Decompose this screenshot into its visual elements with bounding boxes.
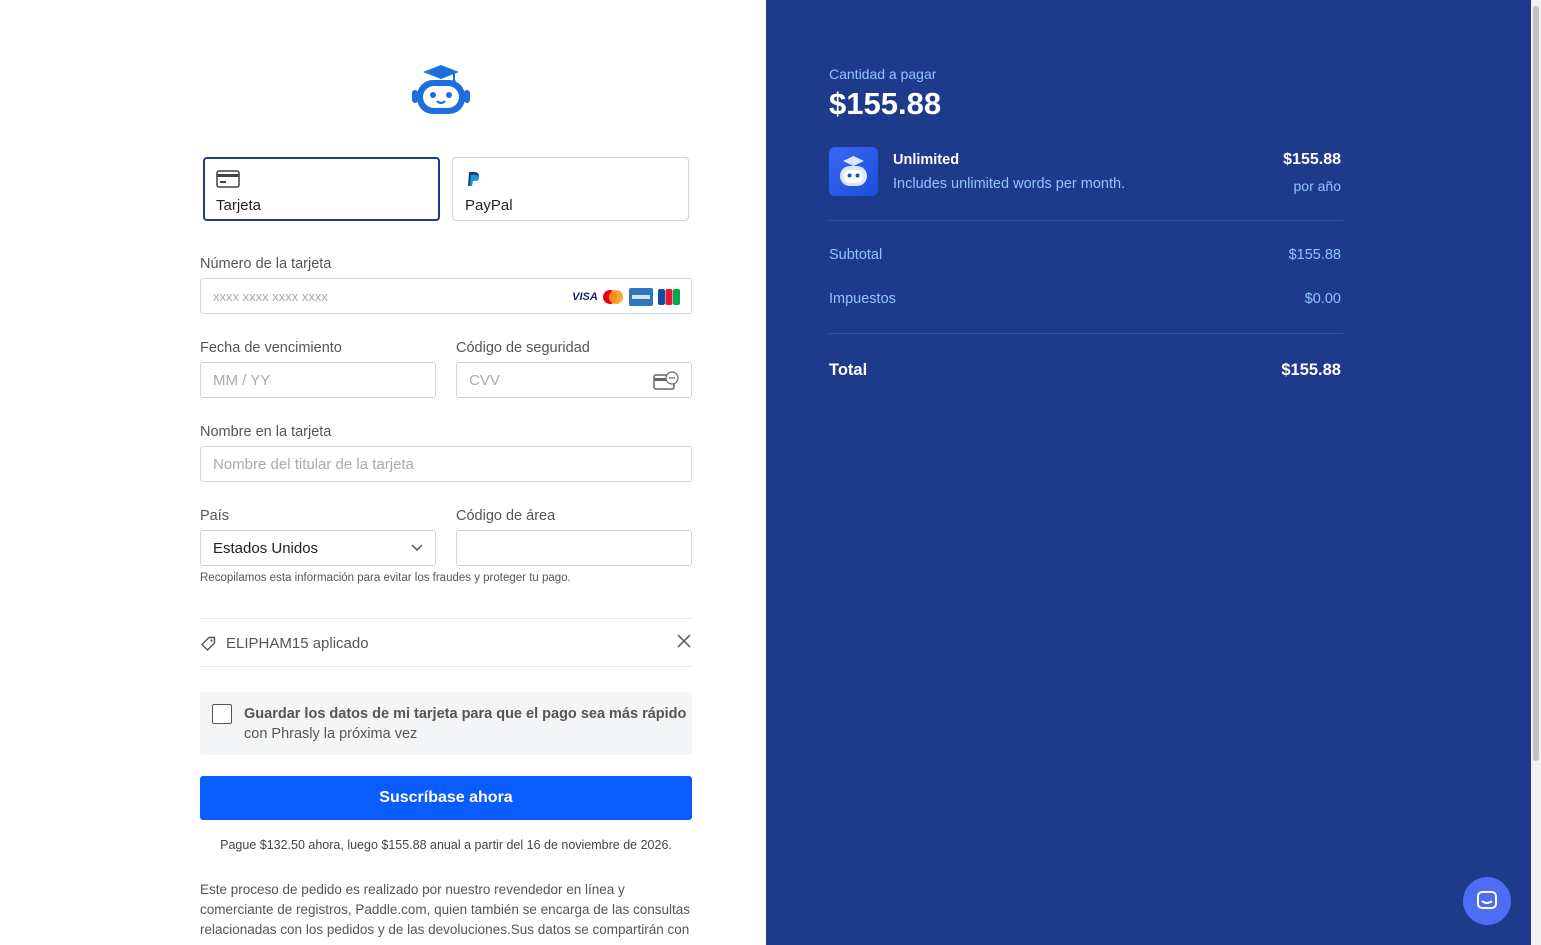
summary-divider: [829, 333, 1343, 334]
paypal-icon: [468, 172, 479, 186]
cardholder-label: Nombre en la tarjeta: [200, 424, 332, 440]
credit-card-icon: [216, 170, 240, 188]
amount-due: $155.88: [829, 86, 942, 121]
robot-logo-icon: [840, 156, 867, 186]
subscribe-button[interactable]: Suscríbase ahora: [200, 776, 692, 820]
amex-icon: [629, 288, 653, 306]
expiry-label: Fecha de vencimiento: [200, 340, 342, 356]
tag-icon: [201, 636, 216, 651]
security-code-label: Código de seguridad: [456, 340, 590, 356]
summary-divider: [829, 220, 1343, 221]
payment-method-card[interactable]: Tarjeta: [203, 157, 440, 221]
coupon-text: ELIPHAM15 aplicado: [226, 635, 369, 652]
fraud-note: Recopilamos esta información para evitar…: [200, 572, 571, 584]
country-select[interactable]: Estados Unidos: [200, 530, 436, 566]
country-label: País: [200, 508, 230, 524]
card-number-input[interactable]: xxxx xxxx xxxx xxxx VISA: [200, 278, 692, 314]
card-brands: VISA: [572, 288, 681, 306]
product-period: por año: [1293, 178, 1341, 194]
amount-due-label: Cantidad a pagar: [829, 66, 937, 82]
product-description: Includes unlimited words per month.: [893, 176, 1126, 192]
card-number-label: Número de la tarjeta: [200, 256, 332, 272]
subtotal-label: Subtotal: [829, 247, 883, 263]
security-code-input[interactable]: CVV: [456, 362, 692, 398]
cardholder-placeholder: Nombre del titular de la tarjeta: [213, 456, 414, 473]
postal-code-label: Código de área: [456, 508, 556, 524]
payment-method-paypal[interactable]: PayPal: [452, 157, 689, 221]
product-icon: [829, 147, 878, 196]
paddle-disclaimer: Este proceso de pedido es realizado por …: [200, 882, 691, 937]
page-scrollbar[interactable]: [1531, 0, 1541, 945]
jcb-icon: [658, 289, 680, 305]
checkout-form-panel: Tarjeta PayPal Número de la tarjeta xxxx…: [0, 0, 766, 945]
tax-label: Impuestos: [829, 291, 896, 307]
expiry-placeholder: MM / YY: [213, 372, 271, 389]
save-card-title: Guardar los datos de mi tarjeta para que…: [244, 706, 687, 722]
cardholder-input[interactable]: Nombre del titular de la tarjeta: [200, 446, 692, 482]
payment-method-paypal-label: PayPal: [465, 197, 513, 214]
subtotal-value: $155.88: [1288, 247, 1341, 263]
expiry-input[interactable]: MM / YY: [200, 362, 436, 398]
postal-code-input[interactable]: [456, 530, 692, 566]
visa-icon: VISA: [572, 291, 598, 303]
remove-coupon-icon[interactable]: [677, 634, 691, 648]
card-number-placeholder: xxxx xxxx xxxx xxxx: [213, 289, 328, 304]
product-name: Unlimited: [893, 152, 960, 168]
tax-value: $0.00: [1304, 291, 1341, 307]
security-code-placeholder: CVV: [469, 372, 500, 389]
country-value: Estados Unidos: [213, 540, 319, 557]
save-card-subtitle: con Phrasly la próxima vez: [244, 726, 418, 742]
chat-launcher-button[interactable]: [1463, 877, 1511, 925]
mastercard-icon: [603, 290, 623, 304]
divider: [200, 666, 692, 667]
payment-terms: Pague $132.50 ahora, luego $155.88 anual…: [220, 838, 672, 852]
divider: [200, 618, 692, 619]
payment-method-card-label: Tarjeta: [216, 197, 262, 214]
cvv-card-icon: [653, 371, 679, 390]
product-price: $155.88: [1283, 151, 1341, 168]
order-summary-panel: Cantidad a pagar $155.88 Unlimited Inclu…: [766, 0, 1531, 945]
coupon-row: ELIPHAM15 aplicado: [200, 632, 692, 656]
save-card-option: Guardar los datos de mi tarjeta para que…: [200, 692, 692, 755]
total-label: Total: [829, 361, 868, 379]
chat-icon: [1477, 891, 1497, 909]
scrollbar-thumb[interactable]: [1533, 6, 1539, 761]
chevron-down-icon: [411, 544, 423, 552]
save-card-checkbox[interactable]: [212, 704, 232, 724]
robot-logo-icon: [412, 65, 470, 114]
total-value: $155.88: [1281, 361, 1341, 379]
